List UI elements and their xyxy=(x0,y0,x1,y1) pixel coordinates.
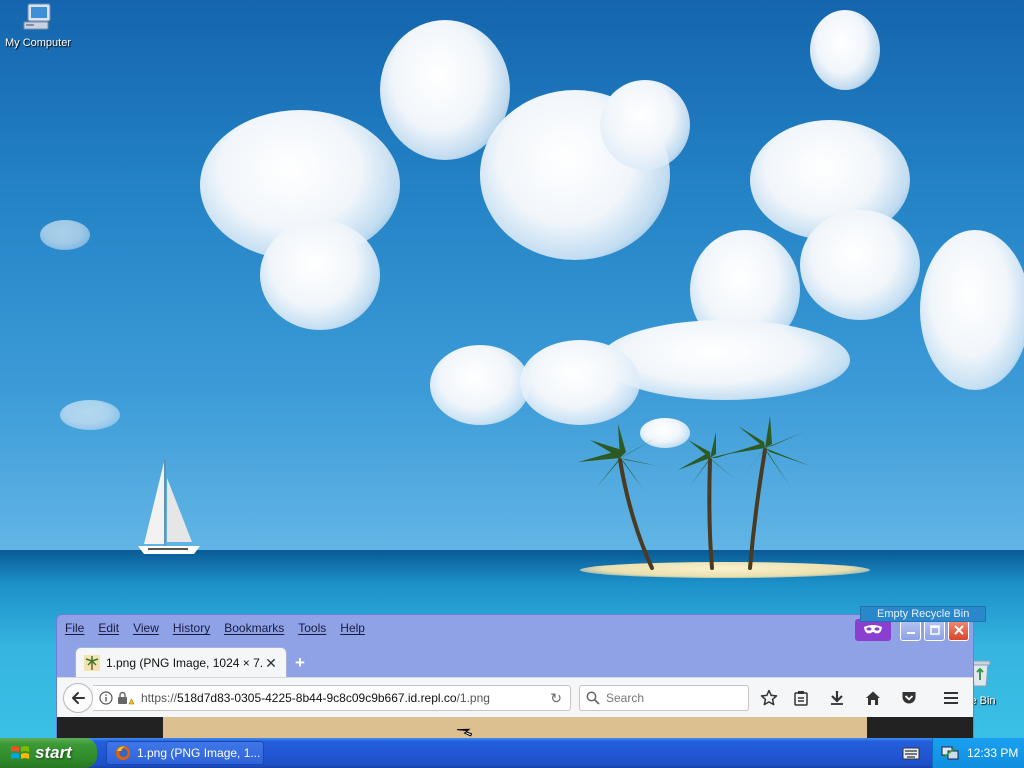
cloud xyxy=(810,10,880,90)
maximize-icon xyxy=(929,625,940,635)
clipboard-icon xyxy=(794,691,808,706)
palm-favicon-icon xyxy=(84,654,100,671)
menu-view[interactable]: View xyxy=(133,621,159,635)
my-computer-label: My Computer xyxy=(4,37,72,49)
close-icon xyxy=(953,625,964,635)
palm-trees xyxy=(578,416,810,570)
home-icon xyxy=(866,691,880,705)
url-host: 518d7d83-0305-4225-8b44-9c8c09c9b667.id.… xyxy=(177,691,457,705)
reading-list-button[interactable] xyxy=(791,688,811,708)
insecure-lock-icon[interactable] xyxy=(117,691,135,705)
menu-help[interactable]: Help xyxy=(340,621,365,635)
system-tray: 12:33 PM xyxy=(932,738,1024,768)
home-button[interactable] xyxy=(863,688,883,708)
url-prefix: https:// xyxy=(141,691,178,705)
menu-bar: File Edit View History Bookmarks Tools H… xyxy=(57,615,379,641)
tab-title: 1.png (PNG Image, 1024 × 7... xyxy=(106,655,264,670)
sailboat xyxy=(138,460,200,554)
new-tab-button[interactable]: + xyxy=(295,653,305,673)
taskbar: start 1.png (PNG Image, 1... 12:33 PM xyxy=(0,738,1024,768)
clock: 12:33 PM xyxy=(967,746,1019,760)
star-icon xyxy=(760,689,778,706)
minimize-icon xyxy=(906,632,915,634)
search-placeholder: Search xyxy=(606,691,645,705)
tab-bar: 1.png (PNG Image, 1024 × 7... ✕ + xyxy=(57,641,973,677)
pocket-icon xyxy=(902,692,916,704)
cloud xyxy=(430,345,530,425)
menu-tools[interactable]: Tools xyxy=(298,621,326,635)
taskbar-firefox-button[interactable]: 1.png (PNG Image, 1... xyxy=(106,741,264,765)
network-icon[interactable] xyxy=(941,745,959,761)
cloud xyxy=(920,230,1024,390)
menu-history[interactable]: History xyxy=(173,621,210,635)
download-arrow-icon xyxy=(831,691,843,705)
my-computer-shortcut[interactable]: My Computer xyxy=(2,2,74,49)
keyboard-icon[interactable] xyxy=(902,745,920,761)
back-button[interactable] xyxy=(63,683,93,713)
cloud xyxy=(800,210,920,320)
navigation-toolbar: https://518d7d83-0305-4225-8b44-9c8c09c9… xyxy=(57,677,973,717)
menu-edit[interactable]: Edit xyxy=(98,621,119,635)
private-browsing-indicator xyxy=(855,619,891,641)
url-bar[interactable]: https://518d7d83-0305-4225-8b44-9c8c09c9… xyxy=(93,685,571,711)
page-content[interactable] xyxy=(57,717,973,739)
downloads-button[interactable] xyxy=(827,688,847,708)
hamburger-menu-icon xyxy=(944,692,958,704)
hamburger-menu-button[interactable] xyxy=(941,688,961,708)
url-text: https://518d7d83-0305-4225-8b44-9c8c09c9… xyxy=(141,691,490,705)
firefox-icon xyxy=(116,746,130,760)
cloud xyxy=(600,80,690,170)
menu-file[interactable]: File xyxy=(65,621,84,635)
cloud xyxy=(260,220,380,330)
reload-icon[interactable]: ↻ xyxy=(550,690,562,707)
start-button[interactable]: start xyxy=(0,738,97,768)
maximize-button[interactable] xyxy=(924,619,945,641)
minimize-button[interactable] xyxy=(900,619,921,641)
displayed-png-image xyxy=(163,717,867,739)
close-button[interactable] xyxy=(948,619,969,641)
menu-bookmarks[interactable]: Bookmarks xyxy=(224,621,284,635)
tab-active[interactable]: 1.png (PNG Image, 1024 × 7... ✕ xyxy=(75,647,287,677)
bookmark-star-button[interactable] xyxy=(759,688,779,708)
my-computer-icon xyxy=(23,3,51,30)
info-icon[interactable] xyxy=(99,691,113,705)
taskbar-firefox-label: 1.png (PNG Image, 1... xyxy=(137,746,261,760)
tab-close-icon[interactable]: ✕ xyxy=(264,656,278,670)
cloud xyxy=(60,400,120,430)
private-mask-icon xyxy=(864,625,882,634)
url-path: /1.png xyxy=(456,691,490,705)
cloud xyxy=(40,220,90,250)
firefox-window[interactable]: File Edit View History Bookmarks Tools H… xyxy=(56,614,974,740)
pocket-button[interactable] xyxy=(899,688,919,708)
start-label: start xyxy=(35,743,72,762)
window-controls xyxy=(855,619,969,641)
windows-logo-icon xyxy=(11,746,29,759)
search-bar[interactable]: Search xyxy=(579,685,749,711)
recycle-bin-tooltip: Empty Recycle Bin xyxy=(860,606,986,622)
arrow-left-icon xyxy=(72,692,85,704)
search-icon xyxy=(586,691,600,705)
